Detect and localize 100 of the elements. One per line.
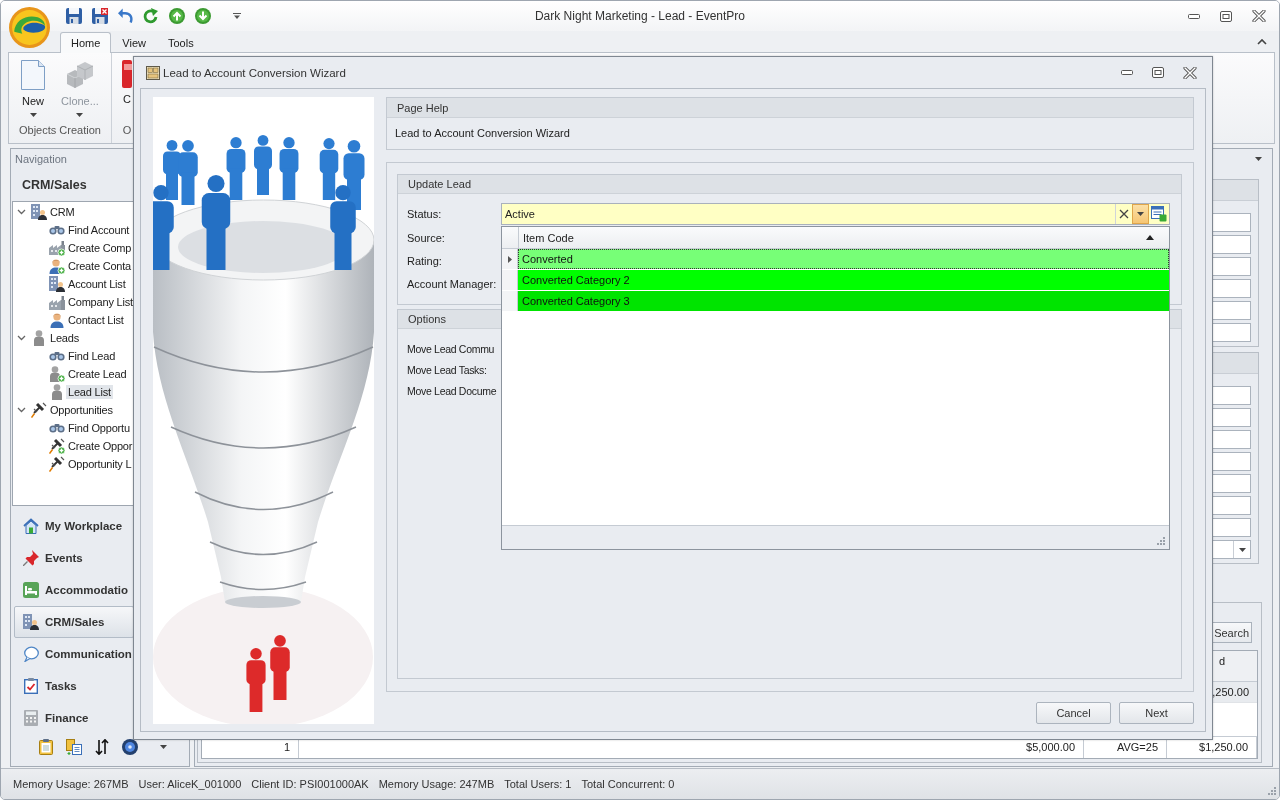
input-field[interactable] [1210, 213, 1251, 232]
person-icon [49, 312, 65, 328]
field-label: Move Lead Commu [407, 342, 495, 357]
tree-item[interactable]: CRM [48, 205, 77, 219]
documents-icon[interactable] [66, 739, 82, 755]
binoculars-icon [49, 351, 65, 361]
input-field[interactable] [1210, 408, 1251, 427]
clear-icon[interactable] [1119, 209, 1129, 219]
input-field[interactable] [1210, 235, 1251, 254]
tree-item[interactable]: Lead List [66, 385, 113, 399]
minimize-icon[interactable] [1188, 13, 1200, 19]
field-label: Rating: [407, 254, 443, 267]
dialog-button[interactable]: Next [1119, 702, 1194, 724]
close-icon[interactable] [1183, 66, 1197, 79]
column-header[interactable]: d [1219, 655, 1226, 667]
tree-item[interactable]: Create Comp [66, 241, 134, 255]
calculator-icon [24, 710, 38, 726]
search-button[interactable]: Search [1211, 622, 1252, 643]
table-cell-text: ,250.00 [1211, 686, 1250, 698]
sort-arrows-icon[interactable] [95, 739, 109, 755]
person-plus-icon [49, 366, 65, 382]
bed-icon [23, 582, 39, 598]
chevron-up-icon[interactable] [1257, 38, 1267, 45]
input-field[interactable] [1210, 518, 1251, 537]
caret-icon[interactable] [1255, 156, 1262, 161]
group-header: Update Lead [398, 175, 1181, 194]
close-icon[interactable] [1252, 10, 1266, 22]
restore-icon[interactable] [1152, 67, 1164, 78]
dropdown-field[interactable] [1210, 540, 1251, 559]
input-field[interactable] [1210, 452, 1251, 471]
ribbon-tab[interactable]: Tools [157, 32, 205, 52]
cubes-icon [64, 60, 95, 90]
input-field[interactable] [1210, 386, 1251, 405]
list-item[interactable]: Converted [518, 249, 1169, 269]
pane-header: Navigation [14, 152, 68, 167]
pushpin-icon [23, 550, 39, 566]
tree-item[interactable]: Create Conta [66, 259, 134, 273]
save-close-icon[interactable] [92, 8, 108, 24]
tree-item[interactable]: Company List [66, 295, 135, 309]
input-field[interactable] [1210, 323, 1251, 342]
group-label: Objects Creation [18, 123, 102, 138]
refresh-icon[interactable] [143, 8, 159, 24]
down-arrow-icon[interactable] [195, 8, 211, 24]
input-field[interactable] [1210, 301, 1251, 320]
caret-icon[interactable] [233, 13, 241, 19]
field-label: Source: [407, 231, 446, 244]
hammer-icon [31, 402, 47, 418]
input-field[interactable] [1210, 496, 1251, 515]
window-title: Dark Night Marketing - Lead - EventPro [534, 9, 746, 23]
ribbon-tab[interactable]: Home [60, 32, 112, 53]
document-icon [21, 60, 45, 90]
input-field[interactable] [1210, 279, 1251, 298]
list-item[interactable]: Converted Category 2 [518, 270, 1169, 290]
module-button[interactable]: My Workplace [14, 510, 134, 542]
tree-item[interactable]: Create Lead [66, 367, 129, 381]
undo-icon[interactable] [118, 8, 133, 24]
hammer-icon [49, 456, 65, 472]
tree-item[interactable]: Create Oppor [66, 439, 135, 453]
dialog-button[interactable]: Cancel [1036, 702, 1111, 724]
caret-icon[interactable] [160, 745, 167, 749]
dropdown-button[interactable] [1132, 204, 1149, 224]
chevron-down-icon[interactable] [17, 335, 26, 341]
save-icon[interactable] [66, 8, 82, 24]
size-grip-icon[interactable] [1155, 535, 1165, 545]
status-text: Memory Usage: 267MB [13, 778, 129, 790]
field-label: Status: [407, 208, 443, 220]
ribbon-button[interactable]: New [16, 56, 50, 120]
chevron-down-icon[interactable] [17, 209, 26, 215]
module-button[interactable]: CRM/Sales [14, 606, 134, 638]
tree-item[interactable]: Opportunity L [66, 457, 134, 471]
minimize-icon[interactable] [1121, 70, 1133, 75]
module-button[interactable]: Events [14, 542, 134, 574]
ribbon-tab[interactable]: View [111, 32, 157, 52]
status-combobox[interactable]: Active [501, 203, 1170, 225]
up-arrow-icon[interactable] [169, 8, 185, 24]
table-icon[interactable] [1151, 206, 1167, 222]
size-grip-icon[interactable] [1266, 785, 1276, 795]
input-field[interactable] [1210, 474, 1251, 493]
clipboard-icon[interactable] [39, 739, 53, 755]
group-header: Page Help [387, 98, 1193, 118]
input-field[interactable] [1210, 257, 1251, 276]
logo-icon[interactable] [9, 7, 50, 48]
person-icon [51, 384, 63, 400]
row-header[interactable] [502, 249, 518, 269]
tree-item[interactable]: Account List [66, 277, 128, 291]
restore-icon[interactable] [1220, 10, 1232, 22]
tree-item[interactable]: Find Account [66, 223, 132, 237]
disc-icon[interactable] [122, 739, 138, 755]
input-field[interactable] [1210, 430, 1251, 449]
tree-item[interactable]: Find Lead [66, 349, 118, 363]
status-text: User: AliceK_001000 [138, 778, 242, 790]
module-button[interactable]: Communication [14, 638, 134, 670]
chevron-down-icon[interactable] [17, 407, 26, 413]
tree-item[interactable]: Leads [48, 331, 81, 345]
tree-item[interactable]: Contact List [66, 313, 126, 327]
tree-item[interactable]: Find Opportu [66, 421, 132, 435]
building-person-icon [31, 204, 47, 220]
dialog-title: Lead to Account Conversion Wizard [163, 66, 346, 79]
list-item[interactable]: Converted Category 3 [518, 291, 1169, 311]
tree-item[interactable]: Opportunities [48, 403, 115, 417]
